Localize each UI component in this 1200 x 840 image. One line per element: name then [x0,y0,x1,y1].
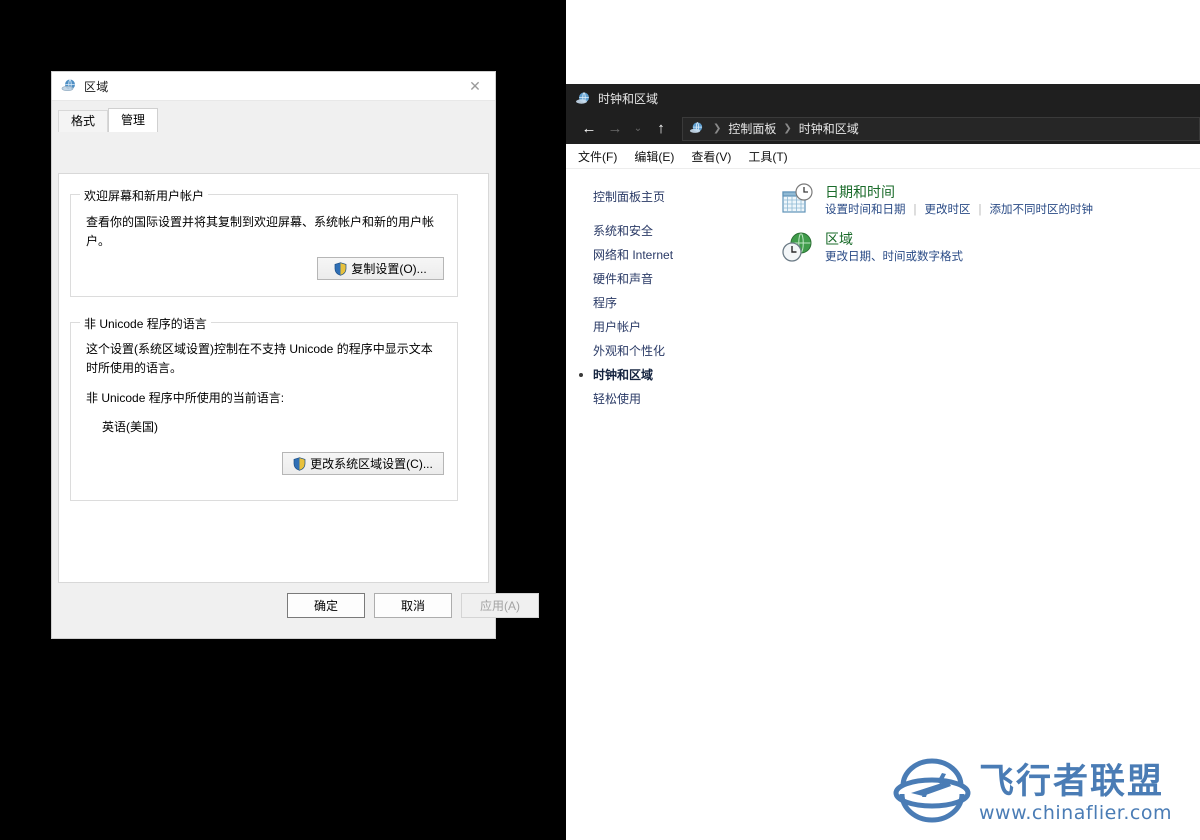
close-icon[interactable]: ✕ [455,72,495,100]
current-language-label: 非 Unicode 程序中所使用的当前语言: [86,391,285,405]
copy-settings-button[interactable]: 复制设置(O)... [317,257,444,280]
date-time-icon [781,183,815,217]
control-panel-navbar: ← → ⌄ ↑ ❯ 控制面板 ❯ 时钟和区域 [566,113,1200,144]
control-panel-body: 控制面板主页 系统和安全 网络和 Internet 硬件和声音 程序 用户帐户 … [566,169,1200,840]
forward-icon: → [607,120,623,137]
category-links: 更改日期、时间或数字格式 [825,250,963,265]
shield-icon [293,456,306,471]
link-change-formats[interactable]: 更改日期、时间或数字格式 [825,251,963,263]
ok-button[interactable]: 确定 [287,593,365,618]
shield-icon [334,261,347,276]
non-unicode-description: 这个设置(系统区域设置)控制在不支持 Unicode 的程序中显示文本时所使用的… [86,342,433,375]
groupbox-welcome-legend: 欢迎屏幕和新用户帐户 [80,187,209,204]
link-add-clocks[interactable]: 添加不同时区的时钟 [990,204,1094,216]
current-item-bullet-icon [579,373,583,377]
sidebar-item-hardware-sound[interactable]: 硬件和声音 [566,267,751,291]
control-panel-menubar: 文件(F) 编辑(E) 查看(V) 工具(T) [566,144,1200,169]
category-region: 区域 更改日期、时间或数字格式 [751,230,1200,265]
change-system-locale-label: 更改系统区域设置(C)... [310,457,433,471]
breadcrumb-item-clock-region[interactable]: 时钟和区域 [799,120,859,137]
address-bar[interactable]: ❯ 控制面板 ❯ 时钟和区域 [682,116,1200,141]
sidebar-item-programs[interactable]: 程序 [566,291,751,315]
address-bar-icon [689,121,704,136]
change-system-locale-button[interactable]: 更改系统区域设置(C)... [282,452,444,475]
link-set-time-date[interactable]: 设置时间和日期 [825,204,906,216]
breadcrumb-separator: ❯ [783,123,792,134]
sidebar-item-system-security[interactable]: 系统和安全 [566,219,751,243]
menu-tools[interactable]: 工具(T) [748,148,787,165]
control-panel-icon [575,91,591,107]
watermark-text: 飞行者联盟 www.chinaflier.com [979,763,1172,824]
welcome-description: 查看你的国际设置并将其复制到欢迎屏幕、系统帐户和新的用户帐户。 [86,215,435,248]
region-globe-clock-icon [781,230,815,264]
watermark-logo-icon [893,755,971,832]
region-dialog-titlebar[interactable]: 区域 ✕ [52,72,495,101]
control-panel-sidebar: 控制面板主页 系统和安全 网络和 Internet 硬件和声音 程序 用户帐户 … [566,169,751,840]
link-separator: | [978,204,982,216]
copy-settings-label: 复制设置(O)... [351,262,427,276]
region-dialog-title: 区域 [84,79,109,94]
control-panel-title: 时钟和区域 [598,92,659,106]
current-language-value: 英语(美国) [102,420,158,434]
region-tab-panel: 欢迎屏幕和新用户帐户 查看你的国际设置并将其复制到欢迎屏幕、系统帐户和新的用户帐… [58,173,489,583]
apply-button: 应用(A) [461,593,539,618]
sidebar-item-appearance[interactable]: 外观和个性化 [566,339,751,363]
tab-format[interactable]: 格式 [58,110,109,132]
sidebar-item-clock-region[interactable]: 时钟和区域 [566,363,751,387]
sidebar-item-label: 时钟和区域 [593,368,654,382]
category-title[interactable]: 日期和时间 [825,183,1093,201]
groupbox-non-unicode-legend: 非 Unicode 程序的语言 [80,315,211,332]
category-links: 设置时间和日期 | 更改时区 | 添加不同时区的时钟 [825,203,1093,218]
sidebar-item-network-internet[interactable]: 网络和 Internet [566,243,751,267]
region-dialog: 区域 ✕ 格式 管理 欢迎屏幕和新用户帐户 查看你的国际设置并将其复制到欢迎屏幕、… [51,71,539,639]
link-separator: | [913,204,917,216]
breadcrumb-separator: ❯ [713,123,722,134]
groupbox-welcome-screen: 欢迎屏幕和新用户帐户 查看你的国际设置并将其复制到欢迎屏幕、系统帐户和新的用户帐… [70,187,458,297]
region-tabstrip: 格式 管理 [58,108,495,132]
category-date-time: 日期和时间 设置时间和日期 | 更改时区 | 添加不同时区的时钟 [751,183,1200,218]
groupbox-non-unicode: 非 Unicode 程序的语言 这个设置(系统区域设置)控制在不支持 Unico… [70,315,458,501]
control-panel-titlebar[interactable]: 时钟和区域 [566,84,1200,113]
control-panel-window: 时钟和区域 ← → ⌄ ↑ ❯ 控制面板 ❯ 时钟和区域 文件(F) 编辑(E)… [566,84,1200,840]
sidebar-item-ease-of-access[interactable]: 轻松使用 [566,387,751,411]
category-title[interactable]: 区域 [825,230,963,248]
menu-file[interactable]: 文件(F) [578,148,617,165]
sidebar-item-home[interactable]: 控制面板主页 [566,185,751,209]
menu-edit[interactable]: 编辑(E) [634,148,674,165]
watermark-url: www.chinaflier.com [979,801,1172,824]
control-panel-main: 日期和时间 设置时间和日期 | 更改时区 | 添加不同时区的时钟 区域 更改日期… [751,169,1200,840]
region-globe-icon [61,78,77,94]
watermark: 飞行者联盟 www.chinaflier.com [893,753,1193,833]
dialog-button-bar: 确定 取消 应用(A) [52,583,539,638]
chevron-down-icon[interactable]: ⌄ [628,116,648,142]
link-change-timezone[interactable]: 更改时区 [925,204,971,216]
watermark-brand: 飞行者联盟 [979,761,1165,802]
breadcrumb-item-control-panel[interactable]: 控制面板 [728,120,776,137]
cancel-button[interactable]: 取消 [374,593,452,618]
tab-administrative[interactable]: 管理 [108,108,159,132]
menu-view[interactable]: 查看(V) [691,148,731,165]
back-icon[interactable]: ← [576,116,602,142]
sidebar-item-user-accounts[interactable]: 用户帐户 [566,315,751,339]
up-icon[interactable]: ↑ [648,116,674,142]
